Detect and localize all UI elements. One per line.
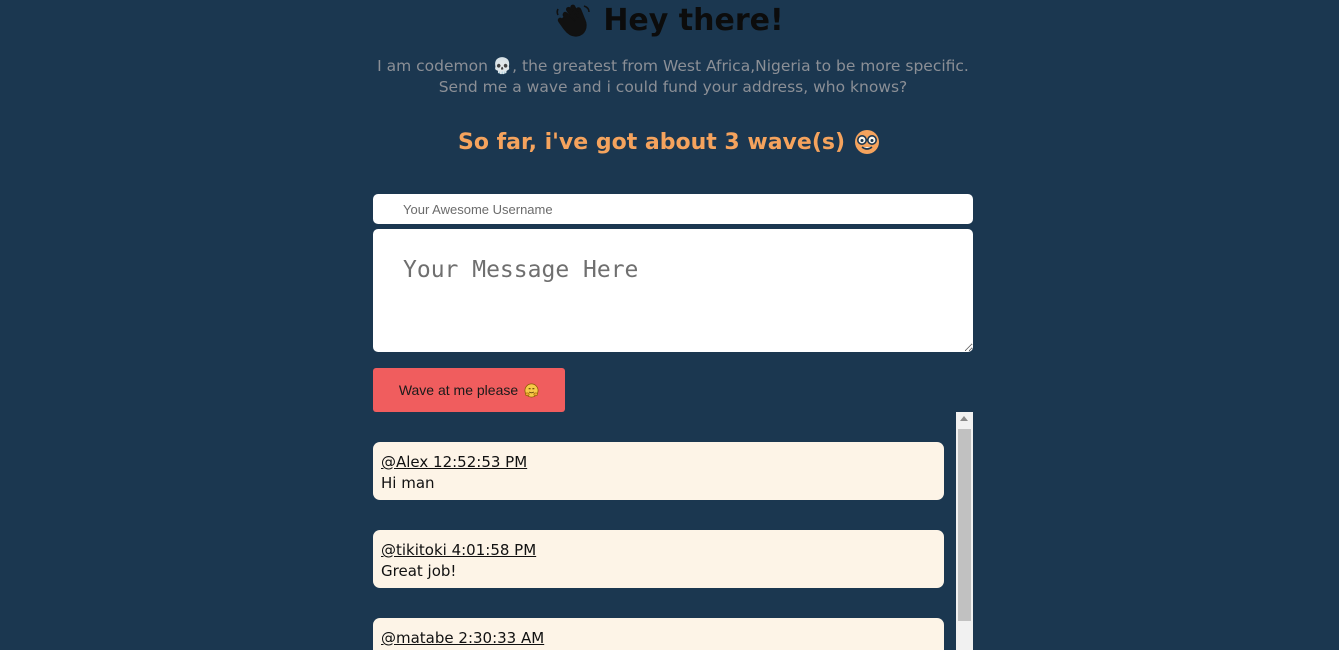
scroll-up-arrow-icon[interactable] xyxy=(960,416,968,421)
nerd-face-icon xyxy=(853,128,881,156)
wave-author-time[interactable]: @tikitoki 4:01:58 PM xyxy=(381,540,936,561)
scroll-thumb[interactable] xyxy=(958,429,971,621)
page-title: Hey there! xyxy=(603,3,784,38)
wave-card: @tikitoki 4:01:58 PM Great job! xyxy=(373,530,944,588)
hugging-face-icon xyxy=(524,383,539,398)
wave-count-text: So far, i've got about 3 wave(s) xyxy=(457,129,846,155)
page: Hey there! I am codemon 💀, the greatest … xyxy=(0,0,1339,650)
waving-hand-icon xyxy=(555,3,591,39)
wave-author-time[interactable]: @Alex 12:52:53 PM xyxy=(381,452,936,473)
header: Hey there! xyxy=(0,0,1339,42)
wave-button[interactable]: Wave at me please xyxy=(373,368,565,412)
wave-card: @matabe 2:30:33 AM xyxy=(373,618,944,650)
wave-button-label: Wave at me please xyxy=(398,382,519,398)
wave-message: Hi man xyxy=(381,474,435,492)
message-textarea[interactable] xyxy=(373,229,973,352)
wave-list[interactable]: @Alex 12:52:53 PM Hi man @tikitoki 4:01:… xyxy=(373,412,973,650)
wave-card: @Alex 12:52:53 PM Hi man xyxy=(373,442,944,500)
intro-text: I am codemon 💀, the greatest from West A… xyxy=(377,57,969,96)
wave-author-time[interactable]: @matabe 2:30:33 AM xyxy=(381,628,936,649)
username-input[interactable] xyxy=(373,194,973,224)
wave-message: Great job! xyxy=(381,562,457,580)
wave-list-scrollbar[interactable] xyxy=(956,412,973,650)
wave-count-heading: So far, i've got about 3 wave(s) xyxy=(0,128,1339,156)
